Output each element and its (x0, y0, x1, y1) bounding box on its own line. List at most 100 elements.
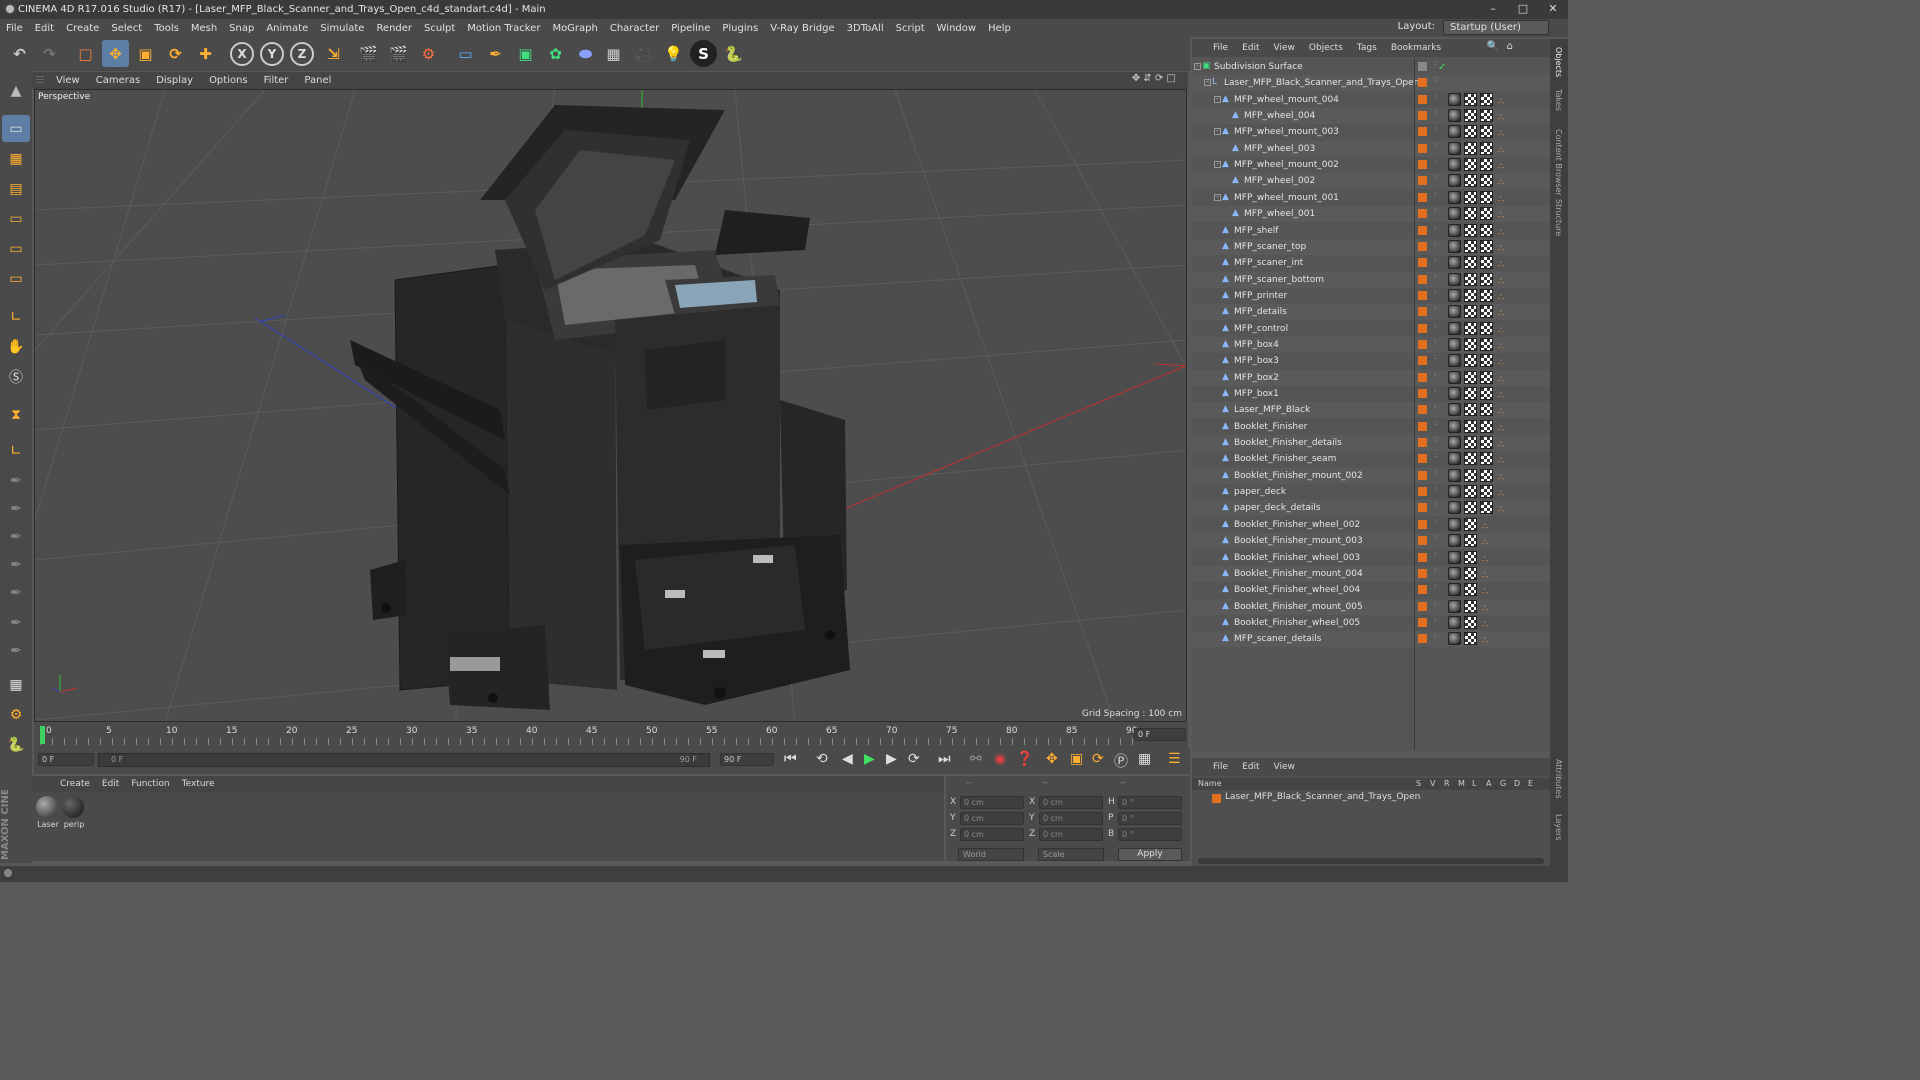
undo-icon[interactable]: ↶ (6, 40, 33, 67)
object-row[interactable]: - ▲ MFP_wheel_mount_001: ∴ (1192, 190, 1550, 206)
side-tab-content-browser[interactable]: Content Browser (1554, 129, 1563, 196)
expand-toggle-icon[interactable]: - (1204, 79, 1211, 87)
texture-tag-icon[interactable] (1480, 272, 1493, 286)
vp-menu-panel[interactable]: Panel (296, 75, 339, 86)
object-row[interactable]: ▲ paper_deck_details: ∴ (1192, 500, 1550, 517)
uvw-tag-icon[interactable] (1464, 141, 1477, 155)
range-slider[interactable]: 0 F 90 F (98, 753, 710, 767)
visibility-dots-icon[interactable]: : (1434, 305, 1438, 317)
material-tag-icon[interactable] (1448, 599, 1461, 613)
grid-lock-icon[interactable]: ▦ (2, 671, 30, 698)
visibility-dots-icon[interactable]: : (1434, 109, 1438, 121)
texture-tag-icon[interactable] (1480, 468, 1493, 482)
uvw-tag-icon[interactable] (1464, 387, 1477, 400)
layer-color-icon[interactable] (1418, 111, 1427, 121)
visibility-dots-icon[interactable]: : (1434, 288, 1438, 301)
pen-icon[interactable]: ✒ (482, 40, 509, 67)
visibility-dots-icon[interactable]: : (1434, 370, 1438, 383)
texture-tag-icon[interactable] (1480, 109, 1493, 123)
uvw-tag-icon[interactable] (1464, 158, 1477, 172)
texture-tag-icon[interactable] (1480, 174, 1493, 188)
obj-menu-bookmarks[interactable]: Bookmarks (1384, 43, 1448, 53)
menu-pipeline[interactable]: Pipeline (665, 23, 716, 34)
material-tag-icon[interactable] (1448, 305, 1461, 319)
material-tag-icon[interactable] (1448, 615, 1461, 629)
object-row[interactable]: ▲ Booklet_Finisher_mount_002: ∴ (1192, 467, 1550, 484)
visibility-dots-icon[interactable]: : (1434, 76, 1438, 88)
layer-color-icon[interactable] (1418, 617, 1427, 627)
viewport[interactable]: Perspective Grid Spacing : 100 cm (34, 89, 1187, 722)
cube-icon[interactable]: ▭ (452, 40, 479, 67)
visibility-dots-icon[interactable]: : (1434, 337, 1438, 350)
menu-v-ray-bridge[interactable]: V-Ray Bridge (764, 23, 840, 34)
layer-col-header[interactable]: D (1514, 779, 1520, 788)
edges-mode-icon[interactable]: ▭ (2, 235, 30, 262)
texture-tag-icon[interactable] (1480, 403, 1493, 417)
layer-color-icon[interactable] (1418, 389, 1427, 398)
visibility-dots-icon[interactable]: : (1434, 517, 1438, 530)
brush-icon-7[interactable]: ✒ (2, 637, 30, 664)
object-row[interactable]: ▲ Booklet_Finisher_mount_005: ∴ (1192, 598, 1550, 615)
visibility-dots-icon[interactable]: : (1434, 190, 1438, 203)
layer-color-icon[interactable] (1418, 241, 1427, 251)
layer-color-icon[interactable] (1418, 470, 1427, 480)
object-row[interactable]: ▲ Booklet_Finisher_wheel_005: ∴ (1192, 615, 1550, 631)
scale-icon[interactable]: ▣ (132, 40, 159, 67)
layer-color-icon[interactable] (1418, 192, 1427, 202)
object-row[interactable]: - ▲ MFP_wheel_mount_004: ∴ (1192, 92, 1550, 108)
material-tag-icon[interactable] (1448, 190, 1461, 204)
visibility-dots-icon[interactable]: : (1434, 92, 1438, 105)
material-tag-icon[interactable] (1448, 288, 1461, 302)
magnet-icon[interactable]: ⧗ (2, 401, 30, 428)
material-tag-icon[interactable] (1448, 256, 1461, 270)
layer-menu-view[interactable]: View (1267, 762, 1302, 772)
uvw-tag-icon[interactable] (1464, 501, 1477, 515)
mat-menu-edit[interactable]: Edit (96, 779, 125, 789)
visibility-dots-icon[interactable]: : (1434, 207, 1438, 219)
texture-tag-icon[interactable] (1480, 207, 1493, 221)
menu-create[interactable]: Create (60, 23, 105, 34)
texture-tag-icon[interactable] (1480, 288, 1493, 302)
prev-frame-icon[interactable]: ◀ (842, 751, 853, 767)
layer-color-icon[interactable] (1418, 438, 1427, 448)
uvw-tag-icon[interactable] (1464, 256, 1477, 270)
prev-key-icon[interactable]: ⟲ (816, 751, 828, 767)
timeline[interactable]: 0 5 10 15 20 25 30 35 40 45 50 55 60 65 70 75 80 85 90 0 F (34, 722, 1188, 748)
material-tag-icon[interactable] (1448, 92, 1461, 106)
menu-help[interactable]: Help (982, 23, 1017, 34)
object-row[interactable]: ▲ Booklet_Finisher_wheel_003: ∴ (1192, 550, 1550, 566)
expand-toggle-icon[interactable]: - (1214, 95, 1221, 103)
snap-icon[interactable]: Ⓢ (2, 363, 30, 390)
side-tab-layers[interactable]: Layers (1554, 814, 1563, 840)
obj-menu-view[interactable]: View (1267, 43, 1302, 53)
material-tag-icon[interactable] (1448, 109, 1461, 123)
material-tag-icon[interactable] (1448, 158, 1461, 172)
layer-color-icon[interactable] (1418, 143, 1427, 153)
object-row[interactable]: ▲ Booklet_Finisher_wheel_004: ∴ (1192, 582, 1550, 598)
mat-menu-function[interactable]: Function (125, 779, 175, 789)
python-icon[interactable]: 🐍 (720, 40, 747, 67)
object-row[interactable]: ▲ MFP_details: ∴ (1192, 304, 1550, 321)
visibility-dots-icon[interactable]: : (1434, 141, 1438, 154)
brush-icon-4[interactable]: ✒ (2, 551, 30, 578)
layer-color-icon[interactable] (1418, 209, 1427, 219)
object-row[interactable]: ▲ Booklet_Finisher_mount_003: ∴ (1192, 533, 1550, 550)
object-row[interactable]: ▲ Booklet_Finisher: ∴ (1192, 419, 1550, 435)
menu-select[interactable]: Select (105, 23, 148, 34)
layer-color-icon[interactable] (1418, 307, 1427, 317)
object-row[interactable]: ▲ MFP_scaner_int: ∴ (1192, 255, 1550, 271)
uvw-tag-icon[interactable] (1464, 125, 1477, 139)
expand-toggle-icon[interactable]: - (1194, 63, 1201, 70)
menu-simulate[interactable]: Simulate (314, 23, 370, 34)
material-perip[interactable]: perip (62, 796, 86, 829)
layer-color-icon[interactable] (1418, 225, 1427, 235)
material-tag-icon[interactable] (1448, 550, 1461, 564)
object-row[interactable]: ▲ Booklet_Finisher_wheel_002: ∴ (1192, 517, 1550, 533)
enabled-check-icon[interactable]: ✓ (1438, 60, 1446, 76)
texture-tag-icon[interactable] (1480, 436, 1493, 450)
layer-col-header[interactable]: A (1486, 779, 1491, 788)
object-row[interactable]: ▲ MFP_control: ∴ (1192, 321, 1550, 337)
material-tag-icon[interactable] (1448, 272, 1461, 286)
expand-toggle-icon[interactable]: - (1214, 193, 1221, 201)
layer-color-icon[interactable] (1418, 585, 1427, 595)
